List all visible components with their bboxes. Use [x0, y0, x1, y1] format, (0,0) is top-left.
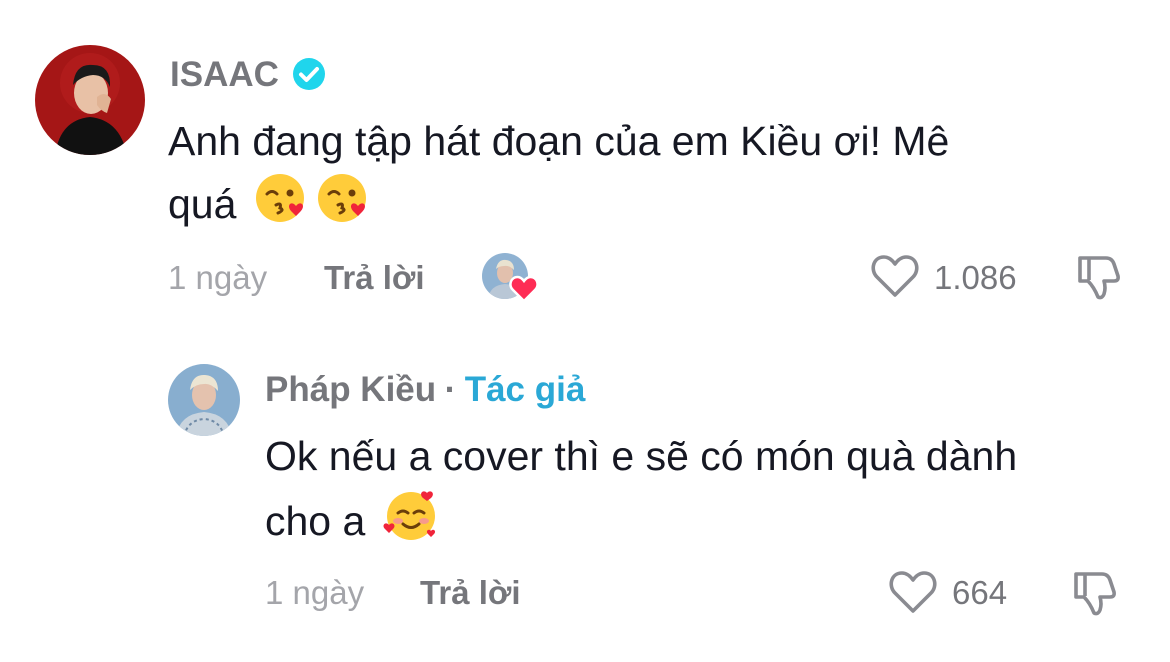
like-count: 664	[952, 574, 1008, 611]
comment-text-fragment: quá	[168, 181, 237, 227]
author-tag: Tác giả	[464, 370, 586, 409]
avatar-phap-kieu-image	[168, 364, 240, 436]
comment-author-name[interactable]: ISAAC	[170, 57, 279, 92]
heart-badge-icon	[509, 275, 539, 303]
avatar-phap-kieu[interactable]	[168, 364, 240, 436]
separator-dot: ·	[444, 370, 457, 409]
dislike-icon[interactable]	[1068, 566, 1120, 618]
comment-timestamp: 1 ngày	[168, 259, 268, 296]
comment-header: Pháp Kiều · Tác giả	[265, 372, 585, 407]
kissing-heart-emoji	[254, 172, 308, 243]
comment-text: Ok nếu a cover thì e sẽ có món quà dành …	[265, 425, 1155, 560]
verified-badge-icon	[291, 56, 327, 92]
kissing-heart-emoji	[316, 172, 370, 243]
comment-timestamp: 1 ngày	[265, 574, 365, 611]
comment-text-line: quá	[168, 172, 1148, 243]
comment-text-line: Anh đang tập hát đoạn của em Kiều ơi! Mê	[168, 118, 950, 164]
smiling-hearts-emoji	[383, 487, 439, 560]
comment-author-name[interactable]: Pháp Kiều	[265, 370, 436, 409]
comment-text-line: Ok nếu a cover thì e sẽ có món quà dành	[265, 433, 1018, 479]
like-heart-icon[interactable]	[888, 568, 938, 616]
reply-button[interactable]: Trả lời	[420, 576, 521, 609]
like-heart-icon[interactable]	[870, 252, 920, 300]
comment-text-fragment: cho a	[265, 498, 366, 544]
reply-button[interactable]: Trả lời	[324, 261, 425, 294]
avatar-isaac[interactable]	[35, 45, 145, 155]
like-count: 1.086	[934, 259, 1017, 296]
avatar-isaac-image	[35, 45, 145, 155]
dislike-icon[interactable]	[1072, 250, 1124, 302]
creator-liked-badge	[482, 253, 539, 305]
comment-text-line: cho a	[265, 487, 1155, 560]
comment-text: Anh đang tập hát đoạn của em Kiều ơi! Mê…	[168, 110, 1148, 243]
